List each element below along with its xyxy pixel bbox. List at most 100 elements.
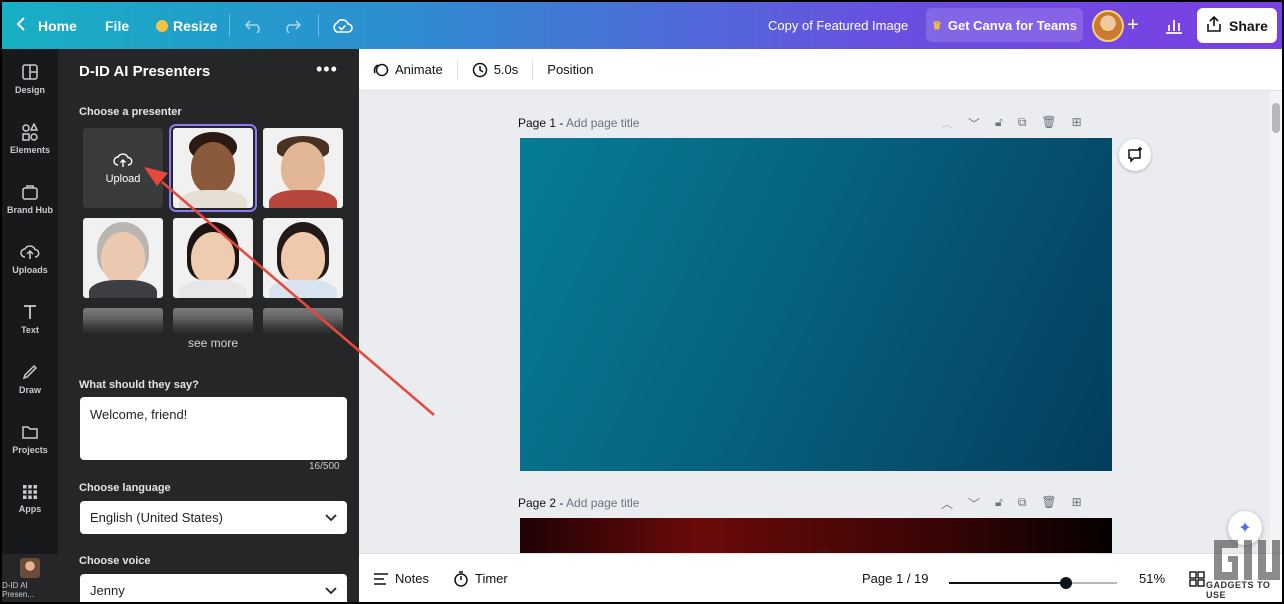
brand-hub-icon <box>22 185 38 200</box>
position-button[interactable]: Position <box>547 62 593 77</box>
divider <box>318 14 319 37</box>
grid-view-icon[interactable] <box>1189 554 1205 602</box>
chevron-down-icon[interactable]: ﹀ <box>968 495 980 512</box>
user-avatar[interactable] <box>1092 10 1124 42</box>
language-value: English (United States) <box>90 510 223 525</box>
animate-button[interactable]: Animate <box>373 62 443 78</box>
voice-select[interactable]: Jenny <box>80 574 347 602</box>
cloud-saved-icon[interactable] <box>331 2 353 49</box>
clock-icon <box>472 62 487 77</box>
presenter-thumbnail[interactable] <box>83 218 163 298</box>
trash-icon[interactable]: 🗑︎ <box>1041 495 1056 512</box>
share-button[interactable]: Share <box>1197 8 1277 43</box>
rail-label: Draw <box>18 385 41 395</box>
rail-item-draw[interactable]: Draw <box>2 349 58 409</box>
presenter-thumbnail[interactable] <box>263 128 343 208</box>
undo-icon[interactable] <box>245 2 263 49</box>
rail-item-text[interactable]: Text <box>2 289 58 349</box>
rail-item-projects[interactable]: Projects <box>2 409 58 469</box>
rail-item-uploads[interactable]: Uploads <box>2 229 58 289</box>
upload-cloud-icon <box>113 152 133 167</box>
add-page-icon[interactable]: ⊞ <box>1072 495 1082 512</box>
duplicate-icon[interactable]: ⧉ <box>1018 115 1027 132</box>
page-indicator[interactable]: Page 1 / 19 <box>862 554 929 602</box>
share-icon <box>1206 15 1222 35</box>
home-button[interactable]: Home <box>16 2 77 49</box>
teams-label: Get Canva for Teams <box>947 17 1077 33</box>
rail-label: Brand Hub <box>7 205 53 215</box>
page-1-label: Page 1 - Add page title <box>518 116 639 130</box>
character-counter: 16/500 <box>309 461 340 472</box>
add-page-icon[interactable]: ⊞ <box>1072 115 1082 132</box>
share-label: Share <box>1229 17 1268 34</box>
lock-icon[interactable]: 🔓︎ <box>995 115 1003 132</box>
duplicate-icon[interactable]: ⧉ <box>1018 495 1027 512</box>
draw-icon <box>22 364 38 380</box>
page-1-controls: ︿ ﹀ 🔓︎ ⧉ 🗑︎ ⊞ <box>941 115 1082 132</box>
page-title-input[interactable]: Add page title <box>566 116 639 130</box>
zoom-slider-handle[interactable] <box>1060 577 1072 589</box>
presenter-thumbnail[interactable] <box>173 218 253 298</box>
chevron-up-icon[interactable]: ︿ <box>941 495 953 512</box>
divider <box>229 14 230 37</box>
language-select[interactable]: English (United States) <box>80 501 347 534</box>
text-icon <box>24 305 36 319</box>
page-2-canvas[interactable] <box>520 518 1112 553</box>
chevron-down-icon[interactable]: ﹀ <box>968 115 980 132</box>
file-menu[interactable]: File <box>105 2 129 49</box>
page-2-label: Page 2 - Add page title <box>518 496 639 510</box>
get-canva-for-teams-button[interactable]: ♛ Get Canva for Teams <box>926 8 1083 42</box>
show-pages-chevron-icon[interactable]: ︿ <box>819 540 829 555</box>
rail-label: Projects <box>12 445 48 455</box>
lock-icon[interactable]: 🔓︎ <box>995 495 1003 512</box>
vertical-scrollbar[interactable] <box>1270 91 1282 553</box>
rail-label: D-ID AI Presen... <box>2 580 35 599</box>
top-bar: Home File Resize Copy of Featured Image … <box>2 2 1282 49</box>
zoom-slider[interactable] <box>949 577 1117 589</box>
presenter-thumbnail[interactable] <box>263 218 343 298</box>
notes-button[interactable]: Notes <box>373 554 429 602</box>
resize-button[interactable]: Resize <box>156 2 217 49</box>
page-2-controls: ︿ ﹀ 🔓︎ ⧉ 🗑︎ ⊞ <box>941 495 1082 512</box>
zoom-level[interactable]: 51% <box>1139 554 1165 602</box>
add-collaborator-icon[interactable]: + <box>1127 2 1139 49</box>
document-title[interactable]: Copy of Featured Image <box>768 2 908 49</box>
presenter-thumbnail[interactable] <box>169 124 257 212</box>
chevron-up-icon[interactable]: ︿ <box>941 115 953 132</box>
rail-label: Design <box>14 85 45 95</box>
upload-cloud-icon <box>20 245 40 259</box>
animate-icon <box>373 63 389 76</box>
rail-item-apps[interactable]: Apps <box>2 469 58 529</box>
page-1-canvas[interactable] <box>520 138 1112 471</box>
timer-label: Timer <box>475 571 508 586</box>
timer-button[interactable]: Timer <box>453 554 508 602</box>
script-textarea[interactable]: Welcome, friend! <box>80 397 347 460</box>
add-comment-icon[interactable] <box>1119 139 1151 171</box>
left-rail: Design Elements Brand Hub Uploads Text D… <box>2 49 58 602</box>
duration-button[interactable]: 5.0s <box>472 62 518 78</box>
bottom-bar: Notes Timer ︿ Page 1 / 19 51% <box>359 544 1282 602</box>
design-icon <box>22 64 38 80</box>
rail-item-brand-hub[interactable]: Brand Hub <box>2 169 58 229</box>
upload-presenter-button[interactable]: Upload <box>83 128 163 208</box>
insights-chart-icon[interactable] <box>1165 2 1183 49</box>
animate-label: Animate <box>395 62 443 77</box>
page-title-input[interactable]: Add page title <box>566 496 639 510</box>
editor-toolbar: Animate 5.0s Position <box>359 49 1282 91</box>
scroll-thumb[interactable] <box>1272 103 1280 133</box>
trash-icon[interactable]: 🗑︎ <box>1041 115 1056 132</box>
rail-item-design[interactable]: Design <box>2 49 58 109</box>
apps-grid-icon <box>23 485 37 499</box>
chevron-down-icon <box>325 586 337 594</box>
voice-value: Jenny <box>90 583 125 598</box>
see-more-link[interactable]: see more <box>188 336 238 350</box>
page-number: Page 1 - <box>518 116 564 130</box>
folder-icon <box>22 426 38 439</box>
rail-item-elements[interactable]: Elements <box>2 109 58 169</box>
upload-label: Upload <box>105 172 141 185</box>
elements-icon <box>22 123 39 141</box>
redo-icon[interactable] <box>283 2 301 49</box>
chevron-left-icon <box>16 17 26 34</box>
rail-item-did-presenters[interactable]: D-ID AI Presen... <box>2 554 58 602</box>
more-options-icon[interactable]: ••• <box>316 59 338 80</box>
